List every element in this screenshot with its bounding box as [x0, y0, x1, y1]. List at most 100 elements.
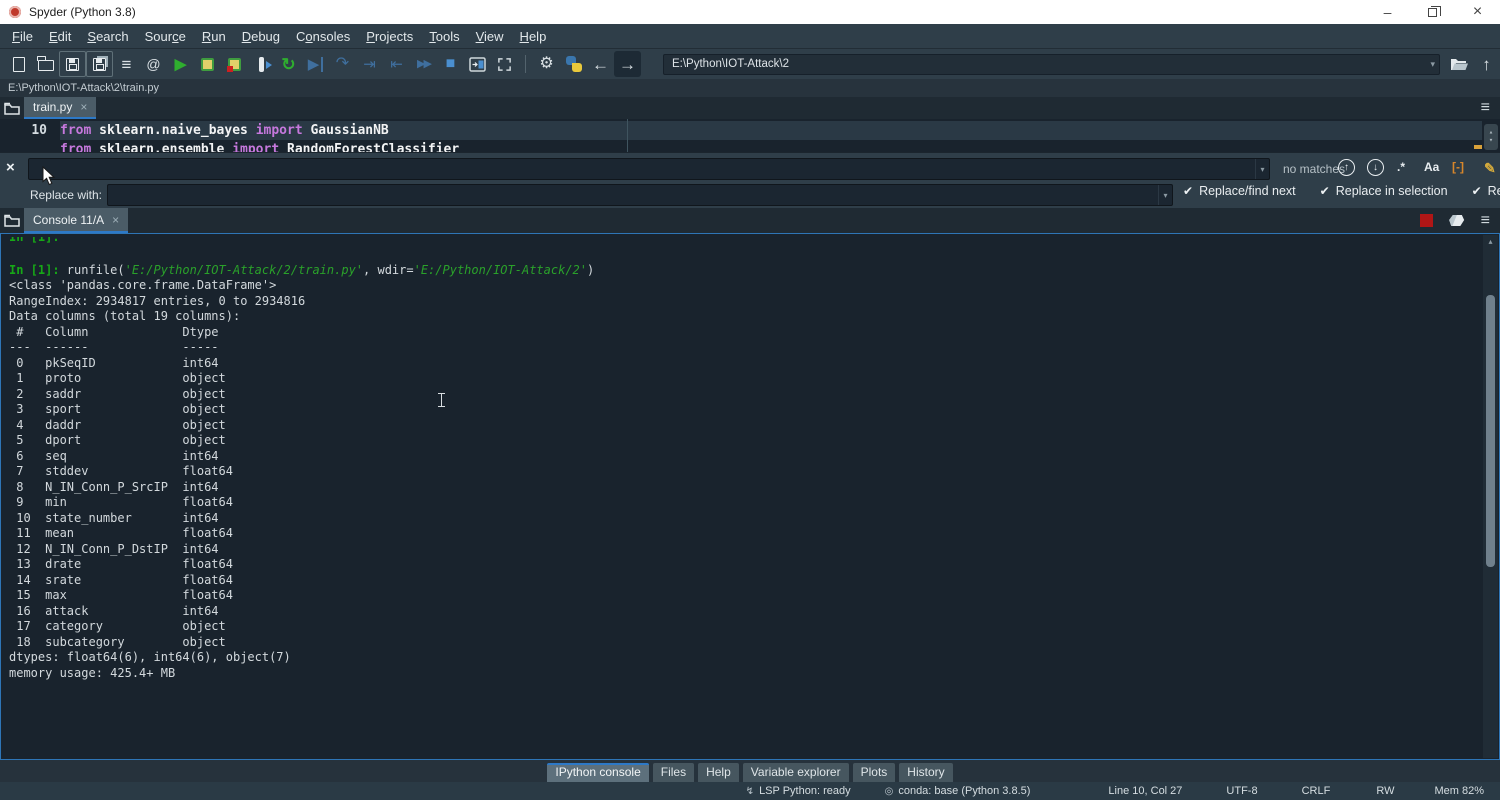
search-history-caret-icon[interactable]: ▾ — [1255, 159, 1269, 179]
pane-tab-ipython-console[interactable]: IPython console — [547, 763, 648, 782]
console-info-table: # Column Dtype--- ------ ----- 0 pkSeqID… — [9, 325, 1483, 651]
case-sensitive-toggle-button[interactable]: Aa — [1424, 160, 1439, 174]
working-directory-combobox[interactable]: E:\Python\IOT-Attack\2 ▾ — [663, 54, 1440, 75]
open-file-button[interactable] — [32, 51, 59, 77]
debug-file-button[interactable]: ▶ — [302, 51, 329, 77]
regex-toggle-button[interactable]: .* — [1397, 160, 1405, 174]
browse-tabs-folder-icon — [4, 102, 20, 115]
menu-help[interactable]: Help — [512, 26, 555, 47]
file-switcher-button[interactable]: ≡ — [113, 51, 140, 77]
new-file-button[interactable] — [5, 51, 32, 77]
find-symbols-button[interactable]: @ — [140, 51, 167, 77]
console-table-line: 16 attack int64 — [9, 604, 1483, 620]
whole-word-toggle-button[interactable]: [-] — [1452, 160, 1464, 174]
menu-consoles[interactable]: Consoles — [288, 26, 358, 47]
back-arrow-icon: ← — [592, 56, 609, 73]
run-cell-button[interactable] — [194, 51, 221, 77]
window-controls: – × — [1365, 0, 1500, 24]
menu-run[interactable]: Run — [194, 26, 234, 47]
scroll-down-icon[interactable]: ▾ — [1489, 137, 1493, 145]
interrupt-kernel-icon[interactable] — [1420, 214, 1433, 227]
browse-tabs-button[interactable] — [0, 97, 24, 119]
working-directory-value: E:\Python\IOT-Attack\2 — [672, 58, 1430, 70]
status-item: ◎conda: base (Python 3.8.5) — [885, 785, 1031, 797]
code-editor[interactable]: 10 from sklearn.naive_bayes import Gauss… — [0, 119, 1500, 152]
rerun-cell-button[interactable]: ↻ — [275, 51, 302, 77]
editor-scrollbar[interactable]: ▴ ▾ — [1484, 124, 1498, 150]
pane-tab-plots[interactable]: Plots — [853, 763, 896, 782]
menu-view[interactable]: View — [468, 26, 512, 47]
window-title: Spyder (Python 3.8) — [29, 5, 136, 19]
find-next-button[interactable]: ↓ — [1367, 159, 1384, 176]
console-scrollbar[interactable]: ▴ — [1483, 235, 1498, 758]
save-all-button[interactable] — [86, 51, 113, 77]
search-input[interactable] — [29, 159, 1255, 179]
console-tabbar: Console 11/A × ≡ — [0, 208, 1500, 233]
continue-button[interactable]: ▶▶ — [410, 51, 437, 77]
editor-tab-trainpy[interactable]: train.py × — [24, 97, 96, 119]
parent-directory-button[interactable]: ↑ — [1473, 51, 1500, 77]
down-circle-icon: ↓ — [1373, 162, 1378, 173]
stop-debug-button[interactable]: ■ — [437, 51, 464, 77]
run-file-button[interactable]: ▶ — [167, 51, 194, 77]
menu-source[interactable]: Source — [137, 26, 194, 47]
menu-bar: FileEditSearchSourceRunDebugConsolesProj… — [0, 24, 1500, 49]
pane-tab-variable-explorer[interactable]: Variable explorer — [743, 763, 849, 782]
remove-variables-eraser-icon[interactable] — [1448, 214, 1466, 227]
browse-directory-button[interactable] — [1446, 51, 1473, 77]
step-out-icon: ⇤ — [390, 57, 403, 72]
menu-tools[interactable]: Tools — [421, 26, 467, 47]
check-icon: ✔ — [1183, 184, 1193, 198]
tab-close-icon[interactable]: × — [112, 213, 119, 227]
preferences-button[interactable]: ⚙ — [533, 51, 560, 77]
menu-edit[interactable]: Edit — [41, 26, 79, 47]
replace-find-next-button[interactable]: ✔Replace/find next — [1183, 184, 1296, 198]
replace-buttons: ✔Replace/find next ✔Replace in selection… — [1183, 184, 1493, 198]
menu-file[interactable]: File — [4, 26, 41, 47]
fullscreen-button[interactable] — [491, 51, 518, 77]
replace-input[interactable] — [108, 185, 1158, 205]
step-into-button[interactable]: ⇥ — [356, 51, 383, 77]
run-selection-button[interactable] — [248, 51, 275, 77]
menu-search[interactable]: Search — [79, 26, 136, 47]
console-table-line: 11 mean float64 — [9, 526, 1483, 542]
highlight-matches-button[interactable]: ✎ — [1484, 160, 1496, 177]
scrollbar-thumb[interactable] — [1486, 295, 1495, 567]
console-table-line: 6 seq int64 — [9, 449, 1483, 465]
close-button[interactable]: × — [1455, 0, 1500, 24]
run-selection-icon — [259, 57, 264, 72]
minimize-button[interactable]: – — [1365, 0, 1410, 24]
tab-close-icon[interactable]: × — [80, 100, 87, 114]
forward-button[interactable]: → — [614, 51, 641, 77]
continue-icon: ▶▶ — [417, 59, 430, 70]
python-path-manager-button[interactable] — [560, 51, 587, 77]
menu-debug[interactable]: Debug — [234, 26, 288, 47]
console-options-menu-icon[interactable]: ≡ — [1481, 212, 1490, 230]
editor-options-menu-icon[interactable]: ≡ — [1481, 99, 1490, 117]
step-out-button[interactable]: ⇤ — [383, 51, 410, 77]
run-cell-advance-button[interactable] — [221, 51, 248, 77]
replace-input-wrap: ▾ — [107, 184, 1173, 206]
status-item: Mem 82% — [1434, 785, 1484, 797]
step-over-icon: ↷ — [336, 56, 349, 72]
chevron-down-icon[interactable]: ▾ — [1430, 59, 1435, 70]
pane-tab-history[interactable]: History — [899, 763, 952, 782]
pane-tab-files[interactable]: Files — [653, 763, 694, 782]
restore-button[interactable] — [1410, 0, 1455, 24]
maximize-pane-button[interactable] — [464, 51, 491, 77]
pane-tab-help[interactable]: Help — [698, 763, 739, 782]
replace-in-selection-button[interactable]: ✔Replace in selection — [1320, 184, 1448, 198]
menu-projects[interactable]: Projects — [358, 26, 421, 47]
console-tab[interactable]: Console 11/A × — [24, 208, 128, 233]
scroll-up-icon[interactable]: ▴ — [1483, 237, 1498, 246]
browse-console-tabs-button[interactable] — [0, 208, 24, 233]
replace-history-caret-icon[interactable]: ▾ — [1158, 185, 1172, 205]
back-button[interactable]: ← — [587, 51, 614, 77]
ipython-console[interactable]: In [1]: In [1]: runfile('E:/Python/IOT-A… — [0, 233, 1500, 760]
step-over-button[interactable]: ↷ — [329, 51, 356, 77]
run-cell-advance-icon — [228, 58, 241, 71]
save-button[interactable] — [59, 51, 86, 77]
close-find-button[interactable]: × — [6, 159, 15, 176]
find-previous-button[interactable]: ↑ — [1338, 159, 1355, 176]
replace-all-button[interactable]: ✔Replace all — [1472, 184, 1500, 198]
